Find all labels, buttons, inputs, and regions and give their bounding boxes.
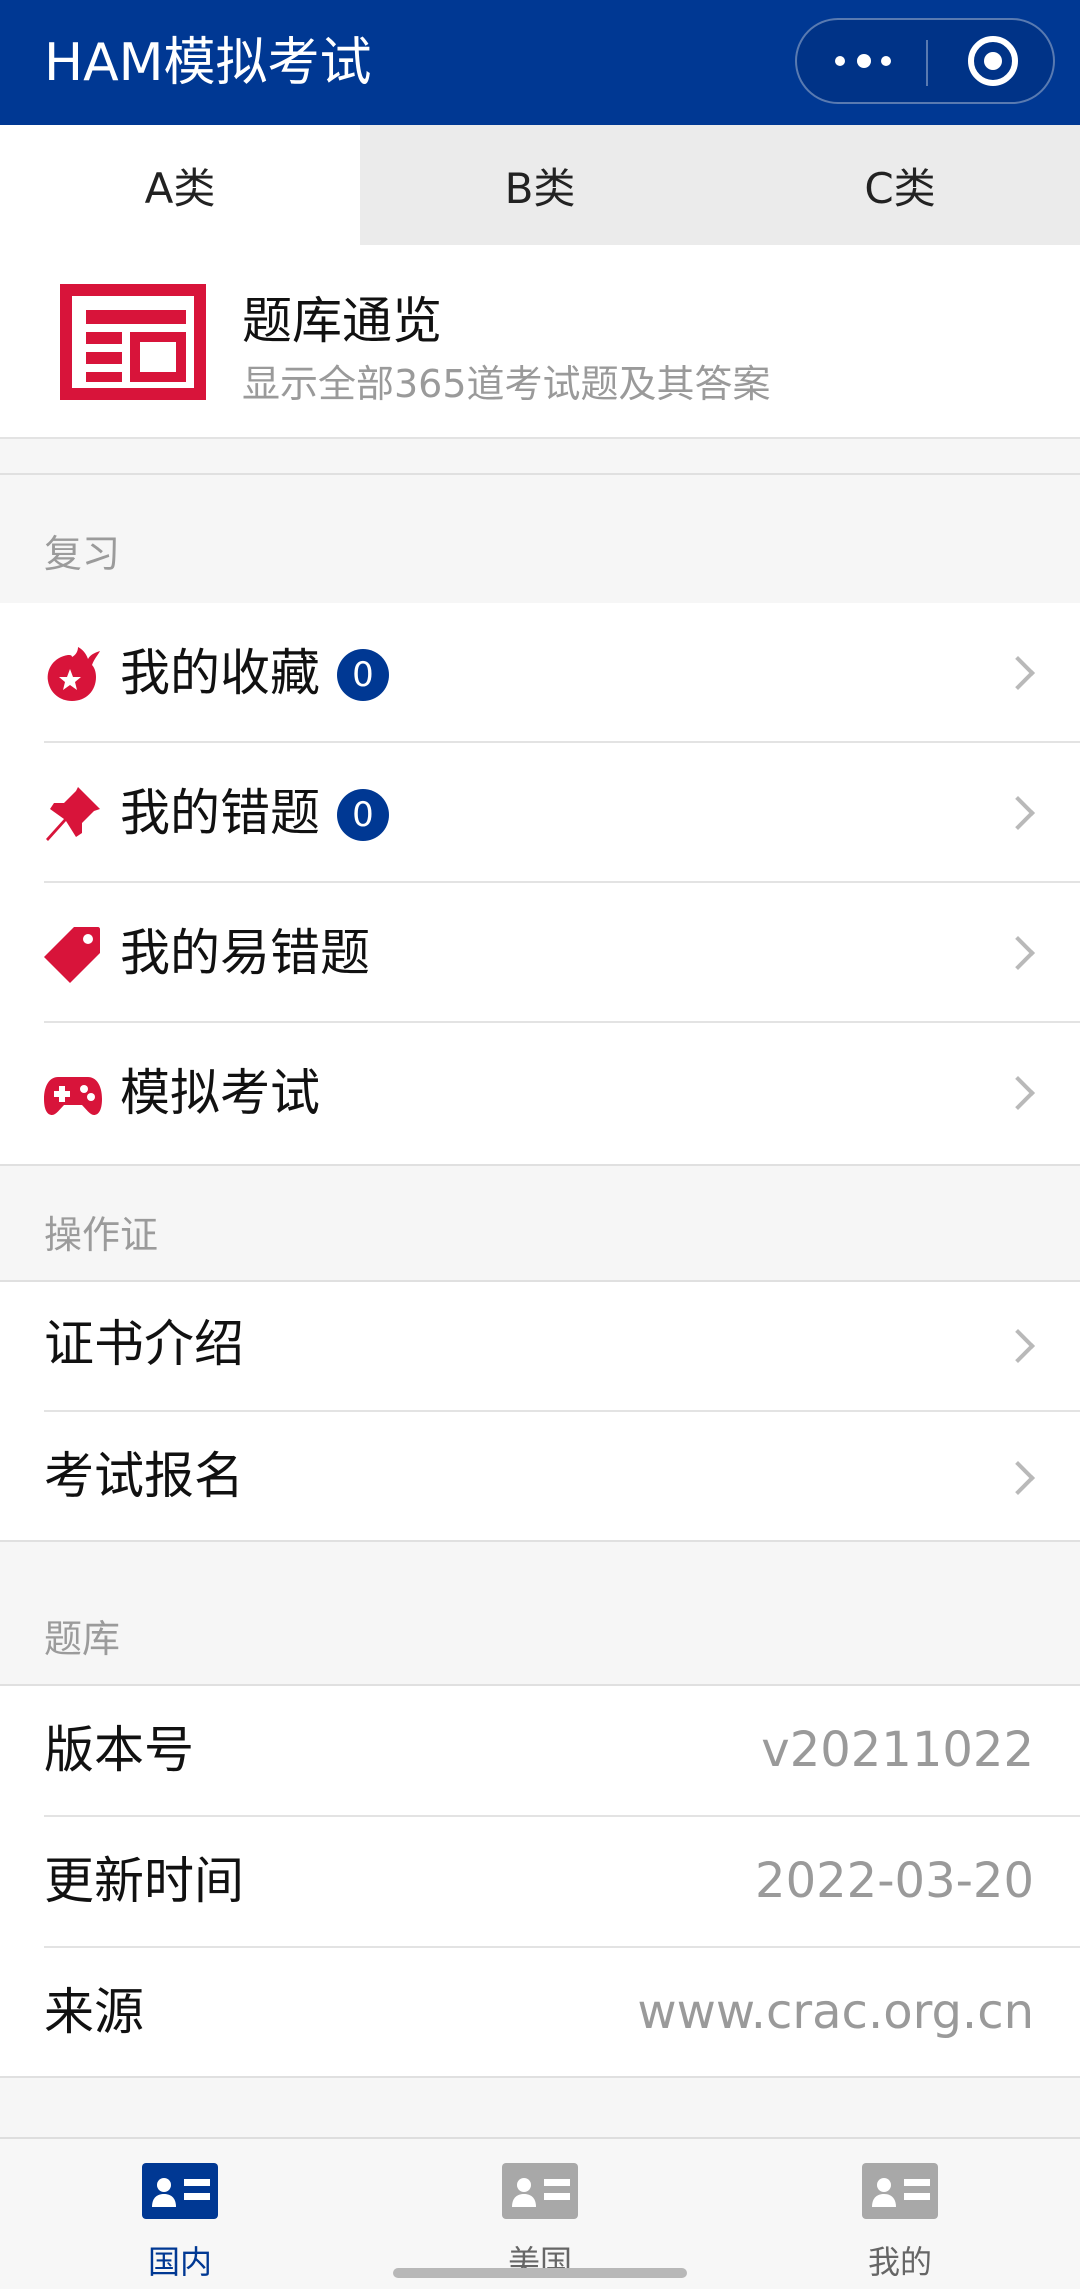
- info-row-version: 版本号 v20211022: [0, 1686, 1080, 1817]
- list-item-wrong-answers[interactable]: 我的错题 0: [0, 743, 1080, 883]
- nav-usa[interactable]: 美国: [360, 2139, 720, 2289]
- chevron-right-icon: [1001, 1076, 1035, 1110]
- license-section-header: 操作证: [0, 1166, 1080, 1280]
- question-bank-overview[interactable]: 题库通览 显示全部365道考试题及其答案: [0, 245, 1080, 439]
- list-item-label: 我的错题: [120, 784, 320, 842]
- tag-icon: [44, 927, 100, 983]
- bank-section-label: 题库: [44, 1617, 121, 1661]
- gamepad-icon: [44, 1077, 102, 1115]
- more-menu-button[interactable]: [797, 20, 926, 102]
- chevron-right-icon: [1001, 796, 1035, 830]
- info-label: 来源: [44, 1983, 144, 2041]
- list-item-favorites[interactable]: 我的收藏 0: [0, 603, 1080, 743]
- info-value: v20211022: [761, 1722, 1034, 1778]
- id-card-icon: [142, 2163, 218, 2219]
- nav-label: 我的: [867, 2243, 932, 2281]
- list-item-label: 证书介绍: [44, 1315, 244, 1373]
- pin-icon: [46, 787, 100, 841]
- question-bank-icon: [60, 284, 206, 400]
- info-label: 更新时间: [44, 1852, 244, 1910]
- info-value: www.crac.org.cn: [637, 1984, 1034, 2040]
- mini-program-capsule: [795, 18, 1055, 104]
- list-item-label: 考试报名: [44, 1447, 244, 1505]
- count-badge: 0: [337, 789, 389, 841]
- review-list: 我的收藏 0 我的错题 0 我的易错题 模拟考试: [0, 603, 1080, 1166]
- chevron-right-icon: [1001, 1329, 1035, 1363]
- chevron-right-icon: [1001, 936, 1035, 970]
- count-badge: 0: [337, 649, 389, 701]
- list-item-label: 模拟考试: [120, 1064, 320, 1122]
- more-dot-icon: [857, 54, 871, 68]
- nav-domestic[interactable]: 国内: [0, 2139, 360, 2289]
- app-title: HAM模拟考试: [44, 33, 372, 93]
- overview-subtitle: 显示全部365道考试题及其答案: [242, 362, 771, 406]
- bottom-tab-bar: 国内 美国 我的: [0, 2137, 1080, 2289]
- list-item-label: 我的收藏: [120, 644, 320, 702]
- id-card-icon: [862, 2163, 938, 2219]
- more-dot-icon: [835, 56, 845, 66]
- chevron-right-icon: [1001, 656, 1035, 690]
- list-item-exam-registration[interactable]: 考试报名: [0, 1412, 1080, 1542]
- close-dot-icon: [984, 52, 1002, 70]
- close-miniprogram-button[interactable]: [928, 20, 1055, 102]
- nav-mine[interactable]: 我的: [720, 2139, 1080, 2289]
- info-row-updated: 更新时间 2022-03-20: [0, 1817, 1080, 1948]
- app-header: HAM模拟考试: [0, 0, 1080, 125]
- bank-info-list: 版本号 v20211022 更新时间 2022-03-20 来源 www.cra…: [0, 1684, 1080, 2078]
- chevron-right-icon: [1001, 1461, 1035, 1495]
- more-dot-icon: [881, 56, 891, 66]
- home-indicator: [393, 2268, 687, 2278]
- fire-star-icon: [47, 647, 100, 701]
- overview-title: 题库通览: [242, 292, 442, 350]
- list-item-mock-exam[interactable]: 模拟考试: [0, 1023, 1080, 1163]
- tab-b[interactable]: B类: [360, 125, 720, 245]
- bank-section-header: 题库: [0, 1542, 1080, 1684]
- info-value: 2022-03-20: [755, 1853, 1034, 1909]
- list-item-certificate-intro[interactable]: 证书介绍: [0, 1282, 1080, 1412]
- tab-a[interactable]: A类: [0, 125, 360, 245]
- license-list: 证书介绍 考试报名: [0, 1280, 1080, 1542]
- info-row-source: 来源 www.crac.org.cn: [0, 1948, 1080, 2078]
- list-item-label: 我的易错题: [120, 924, 370, 982]
- list-item-error-prone[interactable]: 我的易错题: [0, 883, 1080, 1023]
- nav-label: 国内: [147, 2243, 212, 2281]
- license-section-label: 操作证: [44, 1213, 159, 1257]
- info-label: 版本号: [44, 1721, 194, 1779]
- tab-c[interactable]: C类: [720, 125, 1080, 245]
- license-class-tabs: A类 B类 C类: [0, 125, 1080, 245]
- id-card-icon: [502, 2163, 578, 2219]
